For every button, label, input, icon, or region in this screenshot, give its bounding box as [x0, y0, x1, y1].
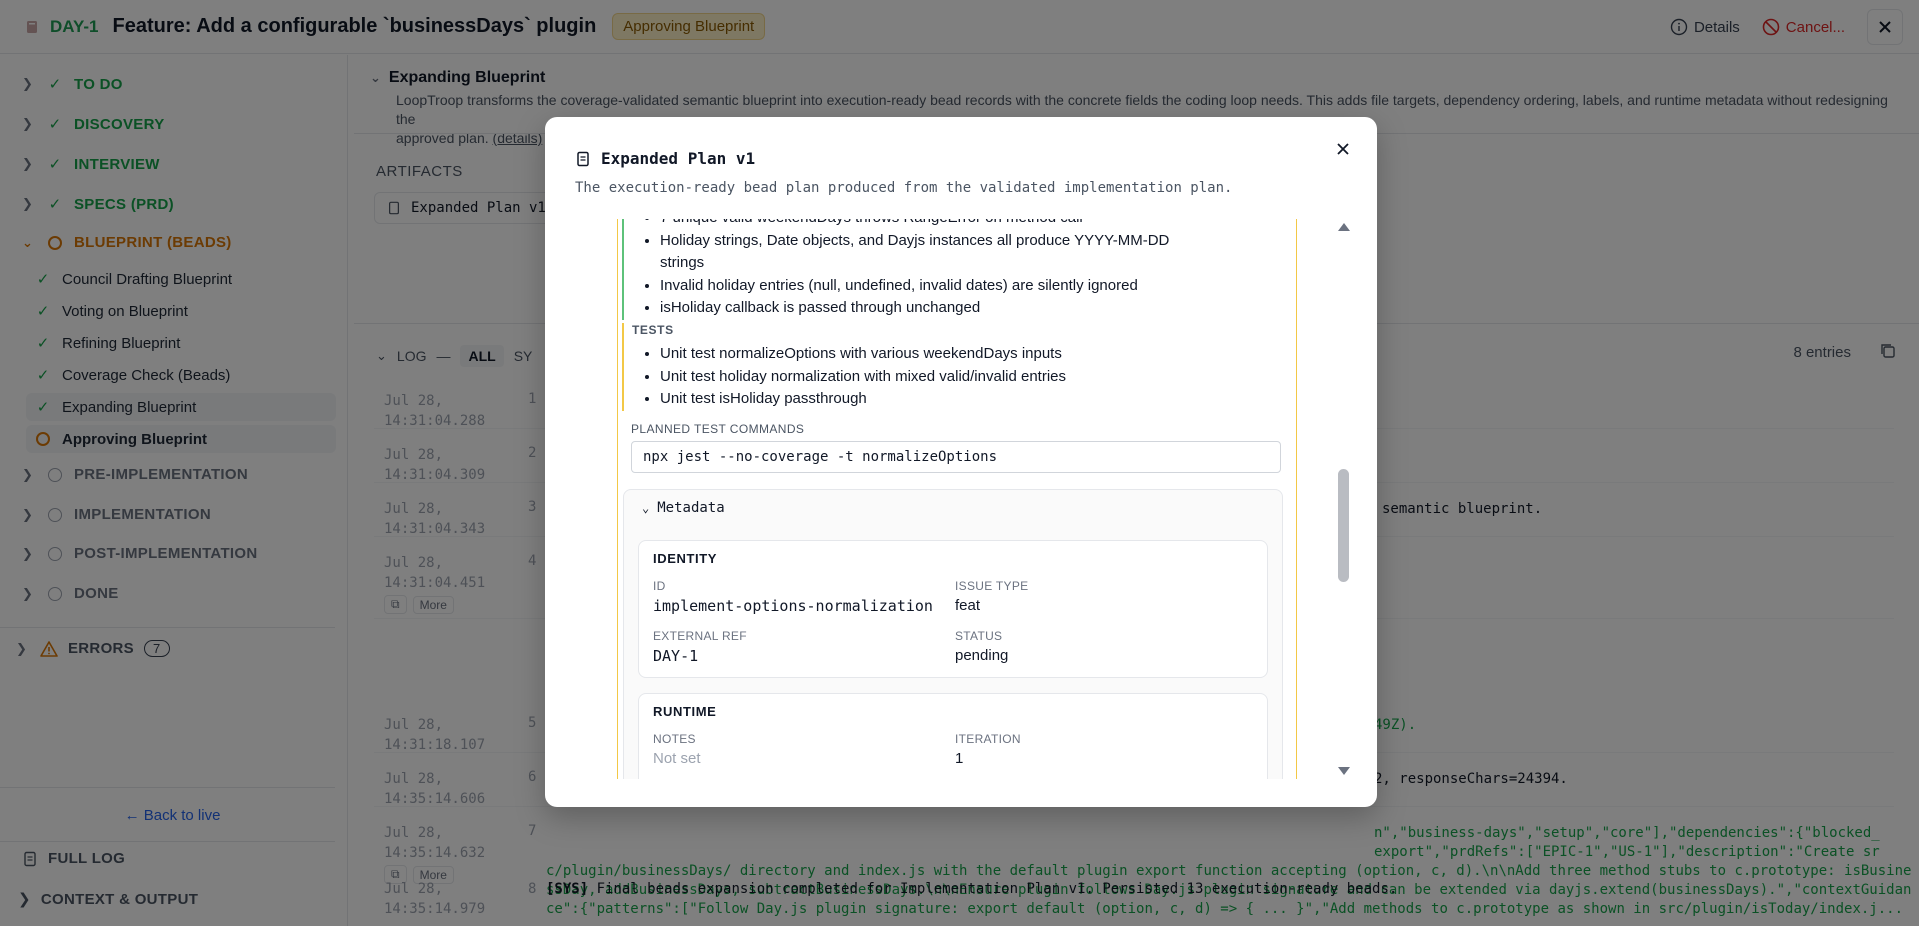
modal-scrollbar[interactable]	[1335, 219, 1351, 779]
bead-id: implement-options-normalization	[653, 597, 933, 615]
external-ref: DAY-1	[653, 647, 699, 665]
scroll-down-arrow[interactable]	[1338, 767, 1350, 775]
tests-section: TESTS Unit test normalizeOptions with va…	[622, 323, 1262, 411]
runtime-card: RUNTIME NOTES Not set ITERATION 1	[638, 693, 1268, 779]
modal-description: The execution-ready bead plan produced f…	[575, 180, 1233, 196]
list-item: Holiday strings, Date objects, and Dayjs…	[660, 230, 1182, 275]
list-item: Unit test normalizeOptions with various …	[660, 343, 1262, 366]
scroll-thumb[interactable]	[1338, 469, 1349, 582]
issue-type: feat	[955, 597, 981, 614]
planned-commands-label: PLANNED TEST COMMANDS	[631, 422, 805, 436]
modal-title: Expanded Plan v1	[601, 149, 756, 168]
tests-label: TESTS	[632, 323, 674, 337]
iteration-value: 1	[955, 750, 964, 767]
chevron-down-icon: ⌄	[642, 501, 650, 515]
list-item: isHoliday callback is passed through unc…	[660, 297, 1182, 320]
artifact-modal: Expanded Plan v1 The execution-ready bea…	[545, 117, 1377, 807]
list-item: Invalid holiday entries (null, undefined…	[660, 275, 1182, 298]
list-item: Unit test holiday normalization with mix…	[660, 366, 1262, 389]
metadata-toggle[interactable]: ⌄ Metadata	[642, 500, 725, 516]
acceptance-criteria: 7 unique valid weekendDays throws RangeE…	[622, 219, 1182, 320]
metadata-panel: ⌄ Metadata IDENTITY ID implement-options…	[623, 489, 1283, 779]
notes-value: Not set	[653, 750, 701, 767]
list-item: 7 unique valid weekendDays throws RangeE…	[660, 219, 1182, 230]
status-value: pending	[955, 647, 1009, 664]
modal-close-button[interactable]	[1331, 137, 1355, 161]
list-item: Unit test isHoliday passthrough	[660, 388, 1262, 411]
planned-command: npx jest --no-coverage -t normalizeOptio…	[631, 441, 1281, 473]
scroll-up-arrow[interactable]	[1338, 223, 1350, 231]
identity-card: IDENTITY ID implement-options-normalizat…	[638, 540, 1268, 678]
document-icon	[577, 151, 589, 166]
modal-scroll-area[interactable]: 7 unique valid weekendDays throws RangeE…	[575, 219, 1365, 779]
close-icon	[1337, 143, 1349, 155]
